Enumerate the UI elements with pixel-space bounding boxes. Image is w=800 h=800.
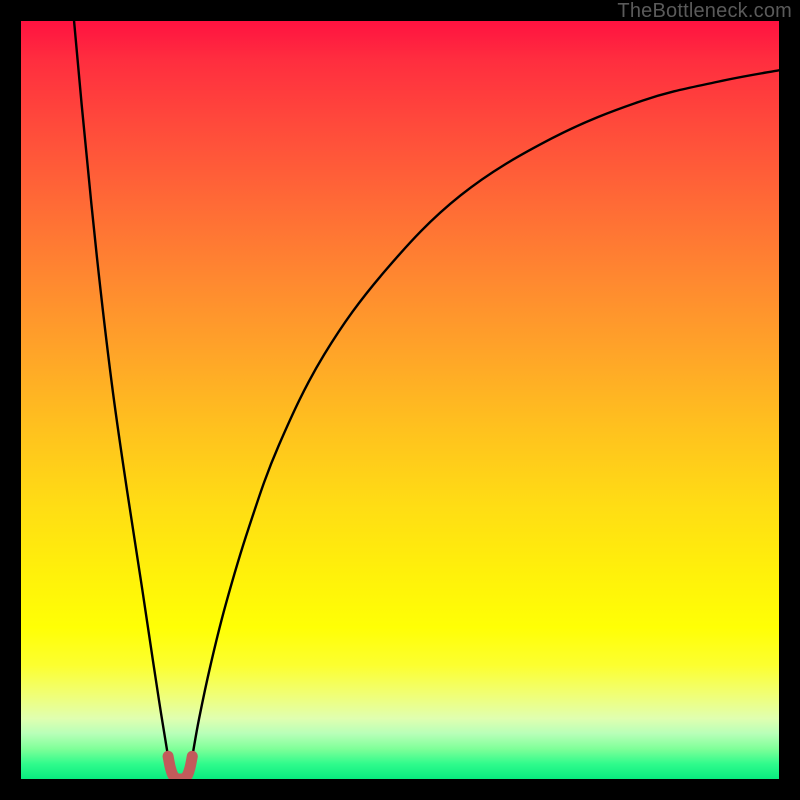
bottleneck-curve: [21, 21, 779, 779]
left-branch: [74, 21, 173, 775]
right-branch: [188, 70, 779, 775]
chart-frame: [21, 21, 779, 779]
minimum-marker: [168, 756, 192, 779]
curve-group: [74, 21, 779, 779]
watermark-text: TheBottleneck.com: [617, 0, 792, 23]
